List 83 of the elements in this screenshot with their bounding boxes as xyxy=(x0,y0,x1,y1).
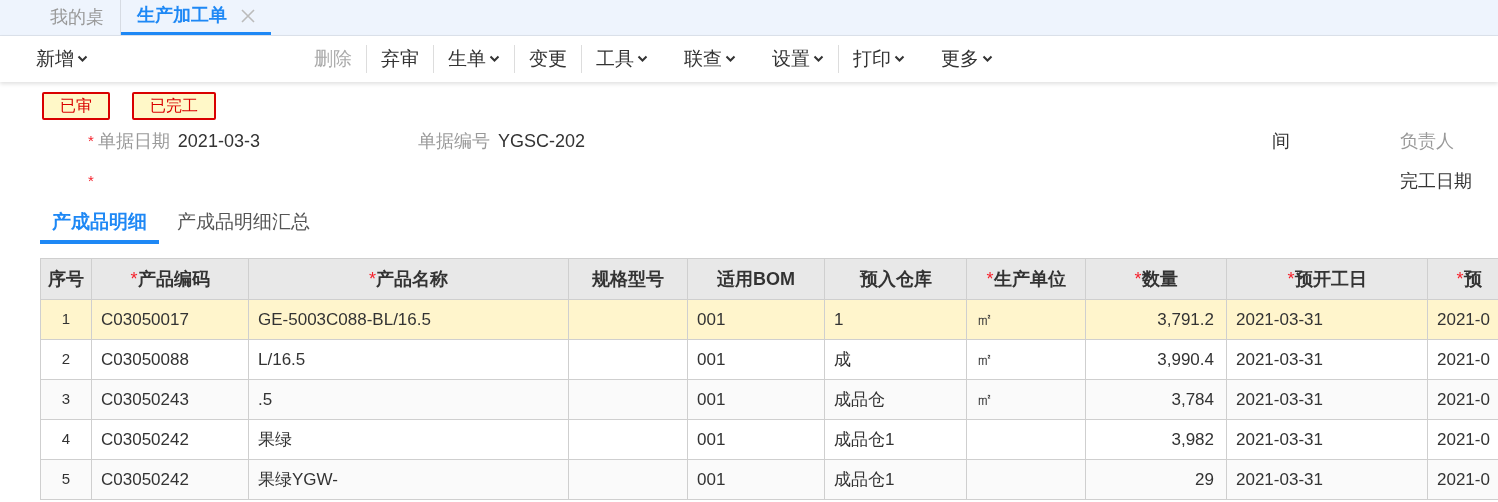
field-value: YGSC-202 xyxy=(498,129,586,153)
field-value: 2021-03-3 xyxy=(177,129,260,153)
table-cell: 成品仓1 xyxy=(824,459,967,500)
table-cell: 4 xyxy=(40,419,92,460)
table-cell: 成品仓 xyxy=(824,379,967,420)
table-cell: 果绿YGW- xyxy=(248,459,569,500)
column-header: 规格型号 xyxy=(568,258,688,300)
toolbar-button[interactable]: 设置 xyxy=(764,44,839,74)
column-header: *产品编码 xyxy=(91,258,249,300)
column-header: 序号 xyxy=(40,258,92,300)
table-cell: C03050242 xyxy=(91,459,249,500)
table-cell: 3,784 xyxy=(1085,379,1227,420)
table-cell: ㎡ xyxy=(966,379,1086,420)
field-label: 间 xyxy=(1272,129,1290,153)
table-cell: C03050088 xyxy=(91,339,249,380)
table-cell: 29 xyxy=(1085,459,1227,500)
table-cell: 3,791.2 xyxy=(1085,299,1227,340)
table-cell: 001 xyxy=(687,459,825,500)
table-cell: .5 xyxy=(248,379,569,420)
table-cell: ㎡ xyxy=(966,339,1086,380)
table-cell: C03050243 xyxy=(91,379,249,420)
table-cell: GE-5003C088-BL/16.5 xyxy=(248,299,569,340)
table-cell: 2021-03-31 xyxy=(1226,419,1428,460)
toolbar-button[interactable]: 生单 xyxy=(440,44,515,74)
toolbar-button[interactable]: 工具 xyxy=(588,44,656,74)
chevron-down-icon xyxy=(894,55,905,63)
table-cell: C03050017 xyxy=(91,299,249,340)
table-row[interactable]: 5 C03050242 果绿YGW- 001 成品仓1 29 2021-03-31 2021-0 xyxy=(40,459,1498,500)
chevron-down-icon xyxy=(489,55,500,63)
table-cell: ㎡ xyxy=(966,299,1086,340)
column-header: *预开工日 xyxy=(1226,258,1428,300)
status-badge: 已审 xyxy=(42,92,110,120)
column-header: *生产单位 xyxy=(966,258,1086,300)
table-row[interactable]: 4 C03050242 果绿 001 成品仓1 3,982 2021-03-31 2021-0 xyxy=(40,419,1498,460)
field-label: 负责人 xyxy=(1400,129,1454,153)
table-cell: 成品仓1 xyxy=(824,419,967,460)
toolbar-button[interactable]: 变更 xyxy=(521,44,582,74)
table-cell: 2 xyxy=(40,339,92,380)
column-header: *产品名称 xyxy=(248,258,569,300)
column-header: *预 xyxy=(1427,258,1498,300)
field-label: 单据日期 xyxy=(97,129,170,153)
chevron-down-icon xyxy=(637,55,648,63)
table-cell: 001 xyxy=(687,419,825,460)
table-cell: 3,982 xyxy=(1085,419,1227,460)
field-label: 单据编号 xyxy=(418,129,490,153)
column-header: *数量 xyxy=(1085,258,1227,300)
table-cell: 3,990.4 xyxy=(1085,339,1227,380)
table-cell: 001 xyxy=(687,379,825,420)
table-row[interactable]: 3 C03050243 .5 001 成品仓 ㎡ 3,784 2021-03-31 2021-0 xyxy=(40,379,1498,420)
toolbar-button[interactable]: 弃审 xyxy=(373,44,434,74)
table-cell: 成 xyxy=(824,339,967,380)
table-cell: 001 xyxy=(687,299,825,340)
tab[interactable]: 产成品明细 xyxy=(40,204,159,244)
toolbar-button[interactable]: 打印 xyxy=(845,44,913,74)
table-row[interactable]: 2 C03050088 L/16.5 001 成 ㎡ 3,990.4 2021-03-31 2021-0 xyxy=(40,339,1498,380)
table-cell: 1 xyxy=(40,299,92,340)
table-cell: 001 xyxy=(687,339,825,380)
chevron-down-icon xyxy=(725,55,736,63)
toolbar-button[interactable]: 更多 xyxy=(933,44,1001,74)
table-cell: 5 xyxy=(40,459,92,500)
field-label: 完工日期 xyxy=(1400,169,1472,193)
close-icon[interactable] xyxy=(241,8,255,23)
table-cell: 1 xyxy=(824,299,967,340)
required-mark: * xyxy=(88,130,94,151)
table-cell: L/16.5 xyxy=(248,339,569,380)
chevron-down-icon xyxy=(982,55,993,63)
table-cell: 3 xyxy=(40,379,92,420)
table-cell: 2021-03-31 xyxy=(1226,459,1428,500)
table-cell: 2021-03-31 xyxy=(1226,299,1428,340)
column-header: 适用BOM xyxy=(687,258,825,300)
tab[interactable]: 产成品明细汇总 xyxy=(165,204,322,244)
status-badge: 已完工 xyxy=(132,92,216,120)
table-cell: 2021-03-31 xyxy=(1226,379,1428,420)
table-cell: 2021-03-31 xyxy=(1226,339,1428,380)
table-row[interactable]: 1 C03050017 GE-5003C088-BL/16.5 001 1 ㎡ 3,791.2 2021-03-31 2021-0 xyxy=(40,299,1498,340)
table-cell: C03050242 xyxy=(91,419,249,460)
toolbar-button[interactable]: 新增 xyxy=(28,44,96,74)
table-cell: 果绿 xyxy=(248,419,569,460)
column-header: 预入仓库 xyxy=(824,258,967,300)
required-mark: * xyxy=(88,170,94,191)
chevron-down-icon xyxy=(813,55,824,63)
toolbar-button[interactable]: 联查 xyxy=(676,44,744,74)
chevron-down-icon xyxy=(77,55,88,63)
